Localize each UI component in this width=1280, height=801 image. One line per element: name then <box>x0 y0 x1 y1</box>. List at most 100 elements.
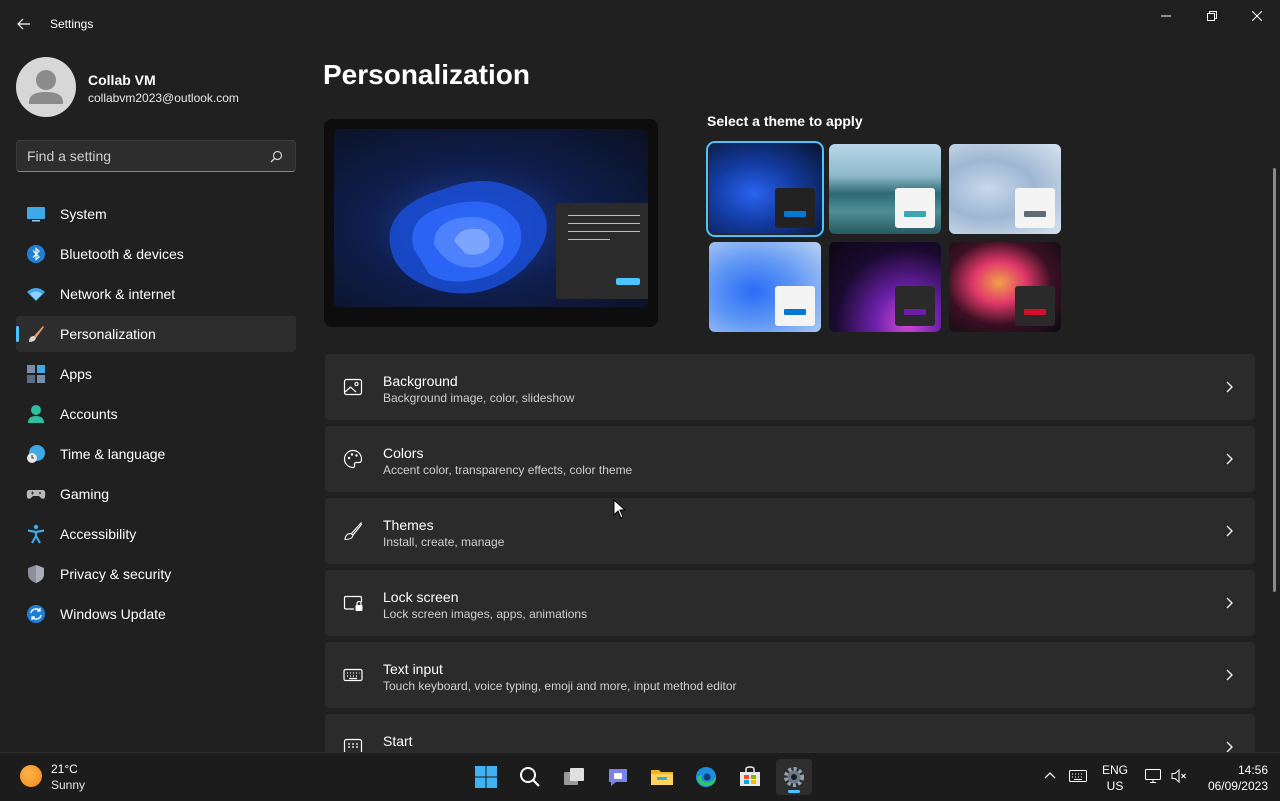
preview-line <box>568 231 640 232</box>
title-bar: Settings <box>0 0 1280 48</box>
sun-icon[interactable] <box>20 765 42 787</box>
touch-keyboard-button[interactable] <box>1068 766 1088 786</box>
sidebar-item-label: Windows Update <box>60 606 166 622</box>
close-button[interactable] <box>1234 0 1280 32</box>
search-box[interactable] <box>16 140 296 172</box>
taskbar-search-button[interactable] <box>512 759 548 795</box>
theme-tile-glow[interactable] <box>829 242 941 332</box>
theme-heading: Select a theme to apply <box>707 113 863 129</box>
teams-chat-button[interactable] <box>600 759 636 795</box>
chevron-right-icon <box>1226 453 1233 465</box>
sidebar-item-windows-update[interactable]: Windows Update <box>16 596 296 632</box>
sidebar-item-privacy[interactable]: Privacy & security <box>16 556 296 592</box>
volume-button[interactable] <box>1169 766 1189 786</box>
sidebar-item-personalization[interactable]: Personalization <box>16 316 296 352</box>
card-subtitle: Lock screen images, apps, animations <box>383 607 588 621</box>
store-button[interactable] <box>732 759 768 795</box>
avatar[interactable] <box>16 57 76 117</box>
back-arrow-icon <box>17 18 30 30</box>
sidebar-item-label: Network & internet <box>60 286 176 302</box>
preview-line <box>568 223 640 224</box>
sidebar-item-accessibility[interactable]: Accessibility <box>16 516 296 552</box>
preview-line <box>568 215 640 216</box>
theme-mini-window <box>1015 188 1055 228</box>
theme-tile-windows-dark[interactable] <box>706 141 824 237</box>
clock-date: 06/09/2023 <box>1207 779 1268 793</box>
sidebar-item-label: System <box>60 206 107 222</box>
card-background[interactable]: Background Background image, color, slid… <box>325 354 1255 420</box>
clock-time: 14:56 <box>1237 763 1268 777</box>
brush-icon <box>29 326 44 342</box>
card-subtitle: Touch keyboard, voice typing, emoji and … <box>383 679 737 693</box>
card-subtitle: Background image, color, slideshow <box>383 391 575 405</box>
mouse-cursor-icon <box>613 499 627 519</box>
card-colors[interactable]: Colors Accent color, transparency effect… <box>325 426 1255 492</box>
sidebar-item-time-language[interactable]: Time & language <box>16 436 296 472</box>
search-icon[interactable] <box>270 150 283 163</box>
chevron-right-icon <box>1226 525 1233 537</box>
task-view-button[interactable] <box>556 759 592 795</box>
card-title: Themes <box>383 517 434 533</box>
card-themes[interactable]: Themes Install, create, manage <box>325 498 1255 564</box>
sidebar-item-label: Privacy & security <box>60 566 172 582</box>
sidebar-nav: System Bluetooth & devices Network & int… <box>16 196 296 636</box>
sidebar-item-gaming[interactable]: Gaming <box>16 476 296 512</box>
search-input[interactable] <box>27 147 257 165</box>
lock-screen-icon <box>343 595 363 611</box>
restore-button[interactable] <box>1189 0 1235 32</box>
theme-tile-windows-light[interactable] <box>709 242 821 332</box>
sidebar-item-label: Gaming <box>60 486 110 502</box>
restore-icon <box>1207 11 1217 21</box>
minimize-icon <box>1161 15 1171 17</box>
chevron-right-icon <box>1226 741 1233 752</box>
theme-mini-window <box>1015 286 1055 326</box>
sidebar-item-system[interactable]: System <box>16 196 296 232</box>
theme-tile-lake[interactable] <box>829 144 941 234</box>
minimize-button[interactable] <box>1143 0 1189 32</box>
sidebar-item-accounts[interactable]: Accounts <box>16 396 296 432</box>
show-hidden-icons-button[interactable] <box>1040 766 1060 786</box>
update-icon <box>27 605 45 623</box>
chevron-up-icon <box>1044 772 1056 779</box>
card-text-input[interactable]: Text input Touch keyboard, voice typing,… <box>325 642 1255 708</box>
brush-icon <box>344 521 363 541</box>
card-subtitle: Accent color, transparency effects, colo… <box>383 463 633 477</box>
input-language-indicator[interactable]: ENG US <box>1100 762 1130 794</box>
settings-icon <box>784 767 804 787</box>
user-name: Collab VM <box>88 72 156 88</box>
preview-accent-button <box>616 278 640 285</box>
clock-globe-icon <box>27 445 45 463</box>
theme-mini-window <box>895 188 935 228</box>
main-content: Personalization Select a theme to apply <box>310 48 1280 752</box>
store-icon <box>740 766 760 786</box>
settings-taskbar-button[interactable] <box>776 759 812 795</box>
sidebar-item-label: Personalization <box>60 326 156 342</box>
sidebar-item-apps[interactable]: Apps <box>16 356 296 392</box>
user-email: collabvm2023@outlook.com <box>88 91 239 105</box>
sidebar-item-bluetooth[interactable]: Bluetooth & devices <box>16 236 296 272</box>
weather-description[interactable]: Sunny <box>51 778 85 792</box>
edge-button[interactable] <box>688 759 724 795</box>
weather-temperature[interactable]: 21°C <box>51 762 78 776</box>
network-icon <box>1145 769 1161 783</box>
preview-line <box>568 239 610 240</box>
start-icon <box>343 738 363 752</box>
sidebar-item-network[interactable]: Network & internet <box>16 276 296 312</box>
taskbar: 21°C Sunny ENG US 14:56 06/09/2023 <box>0 752 1280 801</box>
card-subtitle: Install, create, manage <box>383 535 505 549</box>
start-button[interactable] <box>468 759 504 795</box>
back-button[interactable] <box>12 12 36 36</box>
scrollbar[interactable] <box>1273 168 1276 592</box>
theme-preview <box>324 119 658 327</box>
card-lock-screen[interactable]: Lock screen Lock screen images, apps, an… <box>325 570 1255 636</box>
gamepad-icon <box>26 490 46 499</box>
theme-tile-captured-motion[interactable] <box>949 242 1061 332</box>
theme-tile-light-flow[interactable] <box>949 144 1061 234</box>
active-app-indicator <box>788 790 800 793</box>
card-start[interactable]: Start <box>325 714 1255 752</box>
network-status-button[interactable] <box>1143 766 1163 786</box>
taskbar-clock[interactable]: 14:56 06/09/2023 <box>1196 762 1268 794</box>
file-explorer-button[interactable] <box>644 759 680 795</box>
card-title: Text input <box>383 661 443 677</box>
windows-logo-icon <box>475 766 497 788</box>
